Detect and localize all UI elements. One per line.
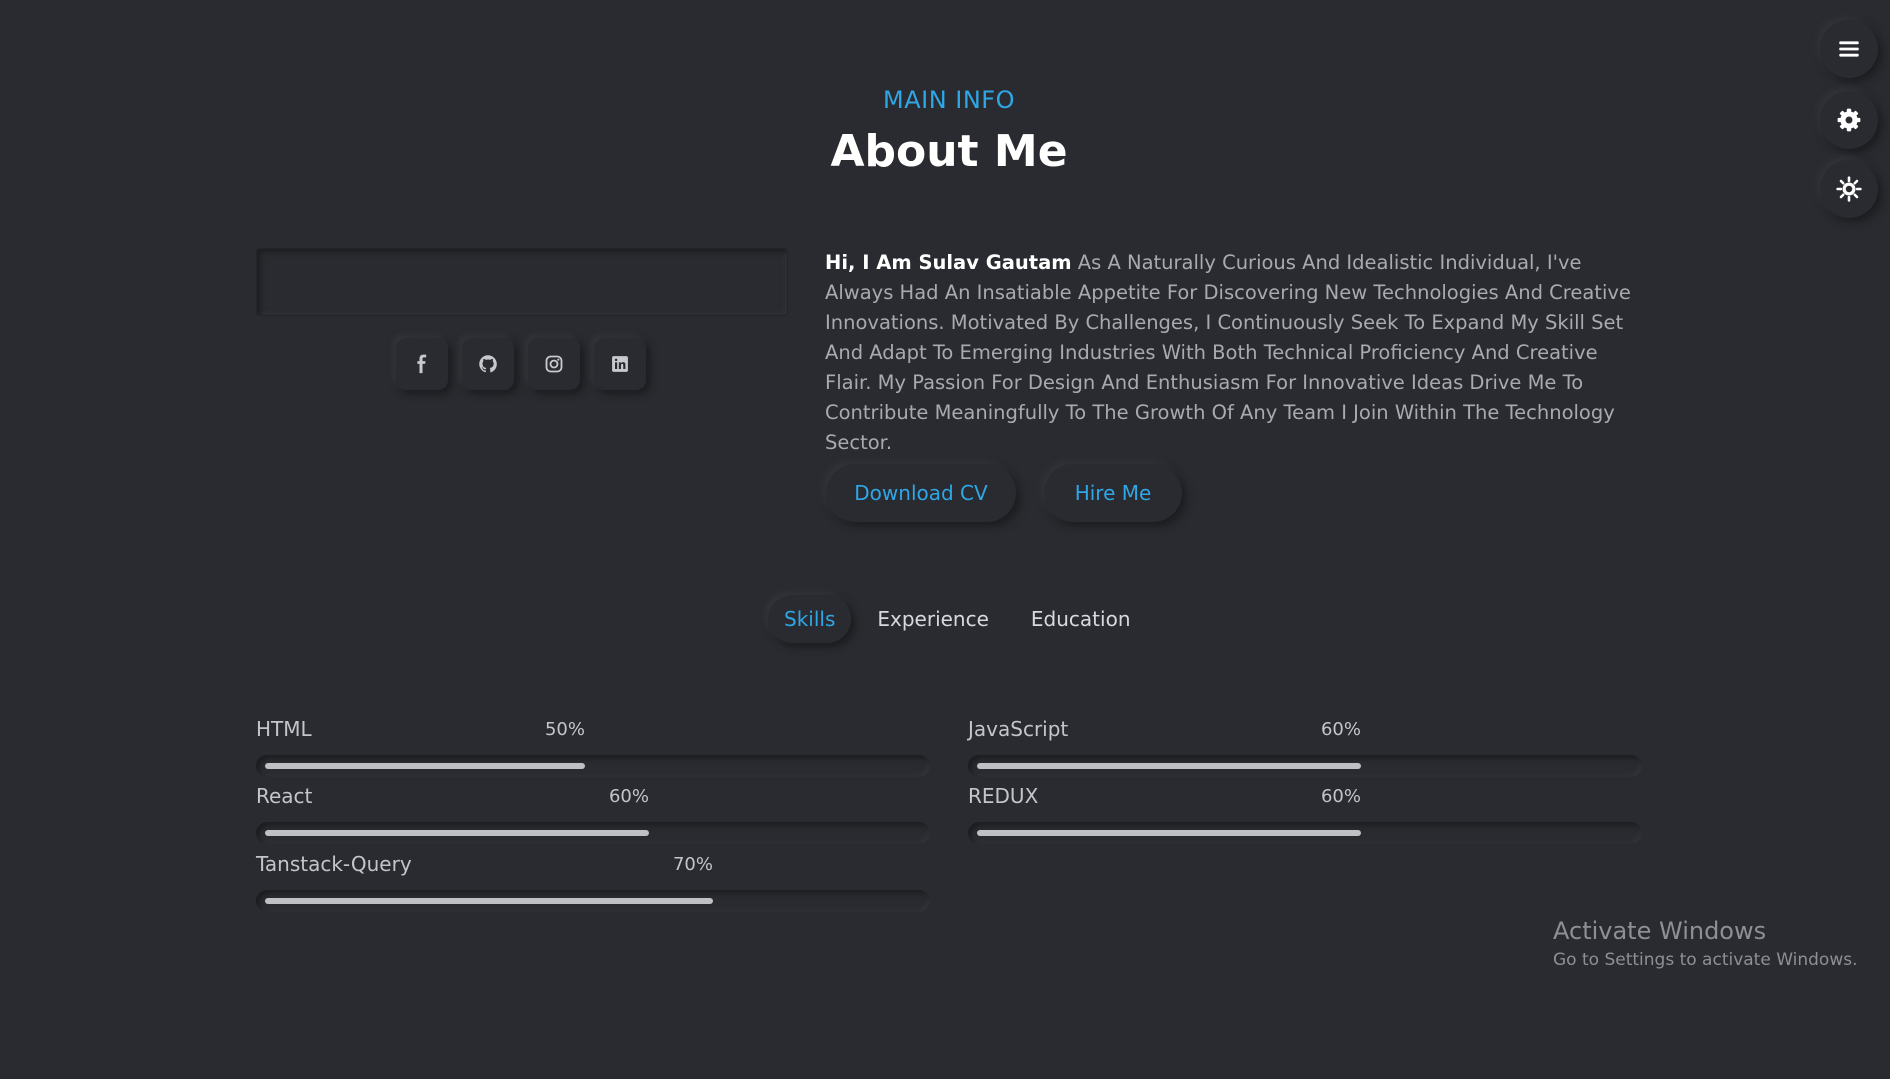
tab-skills[interactable]: Skills bbox=[768, 595, 851, 643]
skill-percent: 60% bbox=[1320, 719, 1361, 740]
bio-intro: Hi, I Am Sulav Gautam bbox=[825, 251, 1072, 274]
activate-windows-subtitle: Go to Settings to activate Windows. bbox=[1553, 950, 1858, 970]
instagram-link[interactable] bbox=[528, 338, 580, 390]
instagram-icon bbox=[545, 355, 563, 373]
social-links bbox=[396, 338, 646, 390]
skill-progress-fill bbox=[265, 763, 585, 769]
about-tabs: Skills Experience Education bbox=[768, 595, 1147, 643]
theme-toggle-button[interactable] bbox=[1820, 160, 1878, 218]
skill-percent: 60% bbox=[608, 786, 649, 807]
linkedin-link[interactable] bbox=[594, 338, 646, 390]
tab-experience[interactable]: Experience bbox=[861, 595, 1005, 643]
skill-percent: 60% bbox=[1320, 786, 1361, 807]
skill-progress-track bbox=[256, 755, 930, 777]
hire-me-button[interactable]: Hire Me bbox=[1044, 464, 1182, 522]
skill-name: HTML bbox=[256, 717, 312, 741]
skill-progress-fill bbox=[265, 898, 713, 904]
skill-percent: 70% bbox=[672, 854, 713, 875]
menu-icon bbox=[1839, 41, 1859, 57]
skill-progress-fill bbox=[977, 763, 1361, 769]
skill-progress-fill bbox=[265, 830, 649, 836]
github-link[interactable] bbox=[462, 338, 514, 390]
menu-button[interactable] bbox=[1820, 20, 1878, 78]
skill-progress-track bbox=[256, 822, 930, 844]
page-title: About Me bbox=[830, 126, 1068, 177]
profile-image bbox=[256, 248, 788, 316]
gear-icon bbox=[1837, 108, 1861, 132]
sun-icon bbox=[1836, 176, 1862, 202]
skill-progress-track bbox=[968, 822, 1642, 844]
skill-progress-track bbox=[968, 755, 1642, 777]
skill-percent: 50% bbox=[544, 719, 585, 740]
facebook-icon bbox=[417, 354, 427, 374]
skill-name: Tanstack-Query bbox=[256, 852, 412, 876]
bio-text: As A Naturally Curious And Idealistic In… bbox=[825, 251, 1631, 454]
download-cv-button[interactable]: Download CV bbox=[826, 464, 1016, 522]
about-page: MAIN INFO About Me Hi, I Am Sulav Gautam… bbox=[0, 0, 1890, 1079]
skill-name: React bbox=[256, 784, 313, 808]
section-eyebrow: MAIN INFO bbox=[882, 86, 1015, 114]
skill-name: REDUX bbox=[968, 784, 1039, 808]
github-icon bbox=[479, 355, 497, 373]
facebook-link[interactable] bbox=[396, 338, 448, 390]
bio-paragraph: Hi, I Am Sulav Gautam As A Naturally Cur… bbox=[825, 248, 1640, 458]
activate-windows-title: Activate Windows bbox=[1553, 917, 1767, 945]
tab-education[interactable]: Education bbox=[1015, 595, 1147, 643]
skill-progress-track bbox=[256, 890, 930, 912]
skill-progress-fill bbox=[977, 830, 1361, 836]
linkedin-icon bbox=[612, 356, 628, 372]
settings-button[interactable] bbox=[1820, 91, 1878, 149]
skill-name: JavaScript bbox=[968, 717, 1069, 741]
